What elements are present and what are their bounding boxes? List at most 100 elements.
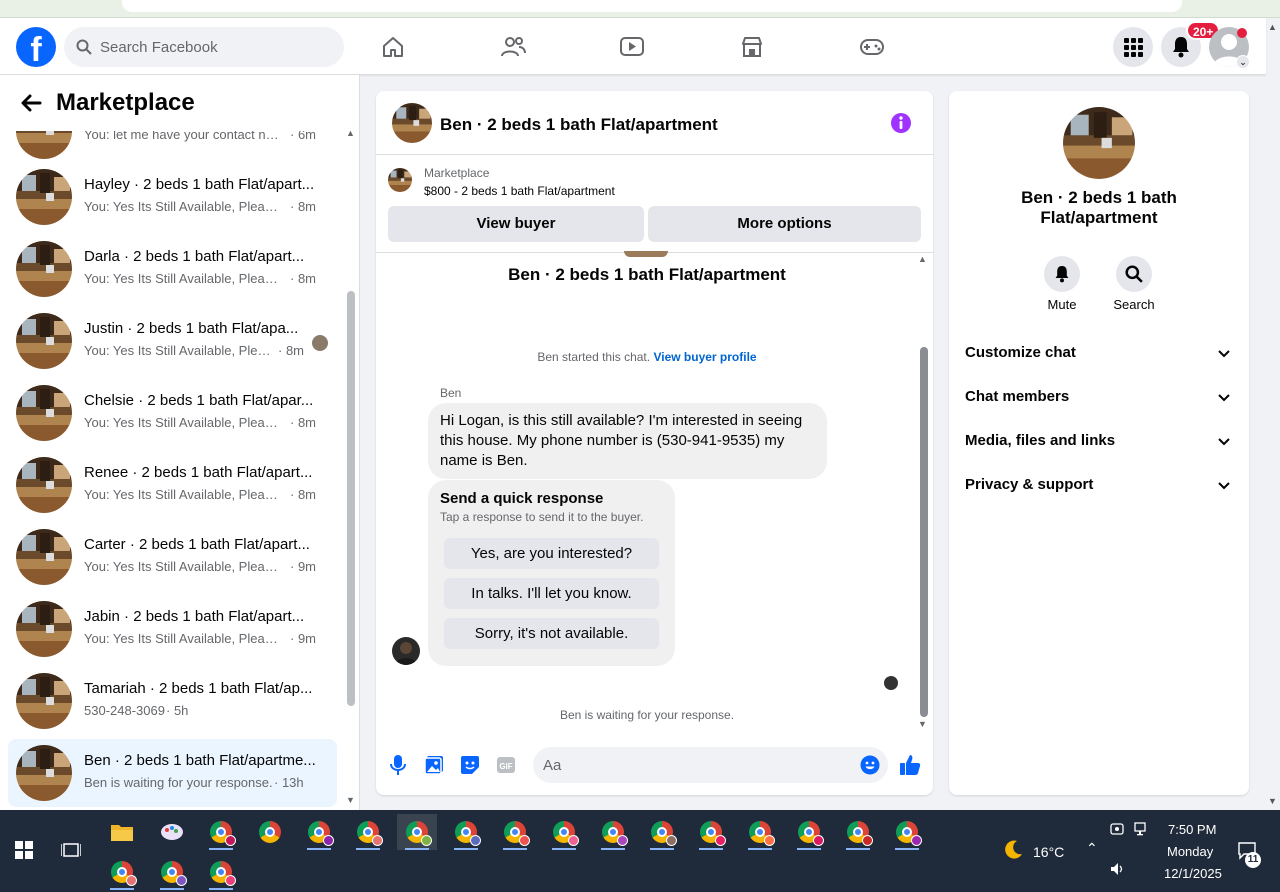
chrome-profile-icon[interactable]	[495, 814, 535, 850]
conversation-item-active[interactable]: Ben · 2 beds 1 bath Flat/apartme... Ben …	[8, 739, 337, 807]
conversation-name: Jabin · 2 beds 1 bath Flat/apart...	[84, 608, 305, 625]
photo-icon[interactable]	[422, 753, 446, 777]
chrome-profile-icon[interactable]	[789, 814, 829, 850]
marketplace-icon[interactable]	[732, 28, 772, 66]
chrome-profile-icon-active[interactable]	[397, 814, 437, 850]
message-box[interactable]	[533, 747, 888, 783]
conversation-item[interactable]: Renee · 2 beds 1 bath Flat/apart... You:…	[8, 451, 337, 519]
conversation-item[interactable]: Jabin · 2 beds 1 bath Flat/apart... You:…	[8, 595, 337, 663]
message-input[interactable]	[543, 747, 843, 783]
chrome-profile-icon[interactable]	[544, 814, 584, 850]
conversation-item[interactable]: Darla · 2 beds 1 bath Flat/apart... You:…	[8, 235, 337, 303]
chrome-profile-icon[interactable]	[446, 814, 486, 850]
back-arrow-icon[interactable]	[20, 92, 42, 119]
conversation-snippet: You: Yes Its Still Available, Pleas...	[84, 343, 274, 358]
chrome-icon[interactable]	[250, 814, 290, 850]
chrome-profile-icon[interactable]	[299, 814, 339, 850]
conversation-name: Darla · 2 beds 1 bath Flat/apart...	[84, 248, 305, 265]
search-icon[interactable]	[1116, 256, 1152, 292]
chat-scrollbar[interactable]	[920, 347, 928, 717]
chevron-down-icon[interactable]: ⌄	[1236, 55, 1250, 69]
chrome-profile-icon[interactable]	[887, 814, 927, 850]
scroll-up-arrow-icon[interactable]: ▲	[346, 128, 355, 138]
chrome-profile-icon[interactable]	[740, 814, 780, 850]
meet-now-icon[interactable]	[1110, 822, 1124, 839]
section-label: Privacy & support	[965, 476, 1094, 493]
clock-day[interactable]: Monday	[1167, 844, 1213, 859]
page-title: Marketplace	[56, 89, 195, 116]
search-box[interactable]	[64, 27, 344, 67]
file-explorer-icon[interactable]	[102, 814, 142, 850]
chat-title[interactable]: Ben · 2 beds 1 bath Flat/apartment	[440, 115, 718, 135]
conversation-item[interactable]: Chelsie · 2 beds 1 bath Flat/apar... You…	[8, 379, 337, 447]
section-label: Media, files and links	[965, 432, 1116, 449]
info-icon[interactable]	[890, 112, 912, 139]
chat-thumbnail[interactable]	[392, 103, 432, 143]
chrome-profile-icon[interactable]	[642, 814, 682, 850]
more-options-button[interactable]: More options	[648, 206, 921, 242]
windows-taskbar: 16°C ⌃ 7:50 PM Monday 12/1/2025 11	[0, 810, 1280, 892]
gaming-icon[interactable]	[852, 28, 892, 66]
sticker-icon[interactable]	[458, 753, 482, 777]
quick-reply-not-available-button[interactable]: Sorry, it's not available.	[444, 618, 659, 649]
conversation-item[interactable]: Tamariah · 2 beds 1 bath Flat/ap... 530-…	[8, 667, 337, 735]
media-files-links-section[interactable]: Media, files and links	[965, 432, 1233, 456]
paint-app-icon[interactable]	[152, 814, 192, 850]
video-icon[interactable]	[612, 28, 652, 66]
task-view-icon[interactable]	[51, 832, 91, 868]
chrome-profile-icon[interactable]	[102, 854, 142, 890]
sender-avatar[interactable]	[392, 637, 420, 665]
mute-bell-icon[interactable]	[1044, 256, 1080, 292]
network-icon[interactable]	[1134, 822, 1150, 839]
conversation-item[interactable]: Carter · 2 beds 1 bath Flat/apart... You…	[8, 523, 337, 591]
chat-members-section[interactable]: Chat members	[965, 388, 1233, 412]
menu-grid-icon[interactable]	[1113, 27, 1153, 67]
inbox-scrollbar[interactable]	[347, 291, 355, 706]
page-scroll-up-arrow-icon[interactable]: ▲	[1268, 22, 1277, 32]
windows-start-icon[interactable]	[4, 832, 44, 868]
view-buyer-button[interactable]: View buyer	[388, 206, 644, 242]
quick-response-subtitle: Tap a response to send it to the buyer.	[440, 510, 644, 524]
view-buyer-profile-link[interactable]: View buyer profile	[653, 350, 756, 364]
friends-icon[interactable]	[493, 28, 533, 66]
conversation-item[interactable]: Hayley · 2 beds 1 bath Flat/apart... You…	[8, 163, 337, 231]
microphone-icon[interactable]	[386, 753, 410, 777]
conversation-time: · 8m	[290, 487, 316, 502]
scroll-down-arrow-icon[interactable]: ▼	[918, 719, 927, 729]
conversation-item[interactable]: Justin · 2 beds 1 bath Flat/apa... You: …	[8, 307, 337, 375]
conversation-name: Renee · 2 beds 1 bath Flat/apart...	[84, 464, 313, 481]
tray-chevron-up-icon[interactable]: ⌃	[1086, 840, 1098, 857]
volume-icon[interactable]	[1110, 862, 1126, 879]
chrome-profile-icon[interactable]	[152, 854, 192, 890]
clock-date[interactable]: 12/1/2025	[1164, 866, 1222, 881]
thumbs-up-icon[interactable]	[898, 753, 922, 777]
gif-icon[interactable]: GIF	[494, 753, 518, 777]
quick-reply-interested-button[interactable]: Yes, are you interested?	[444, 538, 659, 569]
chrome-profile-icon[interactable]	[593, 814, 633, 850]
listing-thumbnail	[16, 601, 72, 657]
customize-chat-section[interactable]: Customize chat	[965, 344, 1233, 368]
chat-profile-thumbnail[interactable]	[1063, 107, 1135, 179]
weather-temperature[interactable]: 16°C	[1033, 844, 1064, 860]
chrome-profile-icon[interactable]	[201, 854, 241, 890]
chrome-profile-icon[interactable]	[201, 814, 241, 850]
quick-reply-in-talks-button[interactable]: In talks. I'll let you know.	[444, 578, 659, 609]
privacy-support-section[interactable]: Privacy & support	[965, 476, 1233, 500]
chrome-profile-icon[interactable]	[691, 814, 731, 850]
quick-response-title: Send a quick response	[440, 490, 604, 507]
chrome-profile-icon[interactable]	[838, 814, 878, 850]
chrome-profile-icon[interactable]	[348, 814, 388, 850]
emoji-icon[interactable]	[860, 755, 880, 780]
search-input[interactable]	[100, 27, 330, 67]
page-scroll-down-arrow-icon[interactable]: ▼	[1268, 796, 1277, 806]
scroll-up-arrow-icon[interactable]: ▲	[918, 254, 927, 264]
conversation-name: Ben · 2 beds 1 bath Flat/apartme...	[84, 752, 316, 769]
scroll-down-arrow-icon[interactable]: ▼	[346, 795, 355, 805]
address-bar[interactable]	[122, 0, 1182, 12]
clock-time[interactable]: 7:50 PM	[1168, 822, 1216, 837]
weather-moon-icon[interactable]	[993, 832, 1033, 868]
svg-text:GIF: GIF	[499, 762, 512, 771]
listing-category: Marketplace	[424, 166, 490, 180]
home-icon[interactable]	[373, 28, 413, 66]
facebook-logo-icon[interactable]: f	[16, 27, 56, 67]
